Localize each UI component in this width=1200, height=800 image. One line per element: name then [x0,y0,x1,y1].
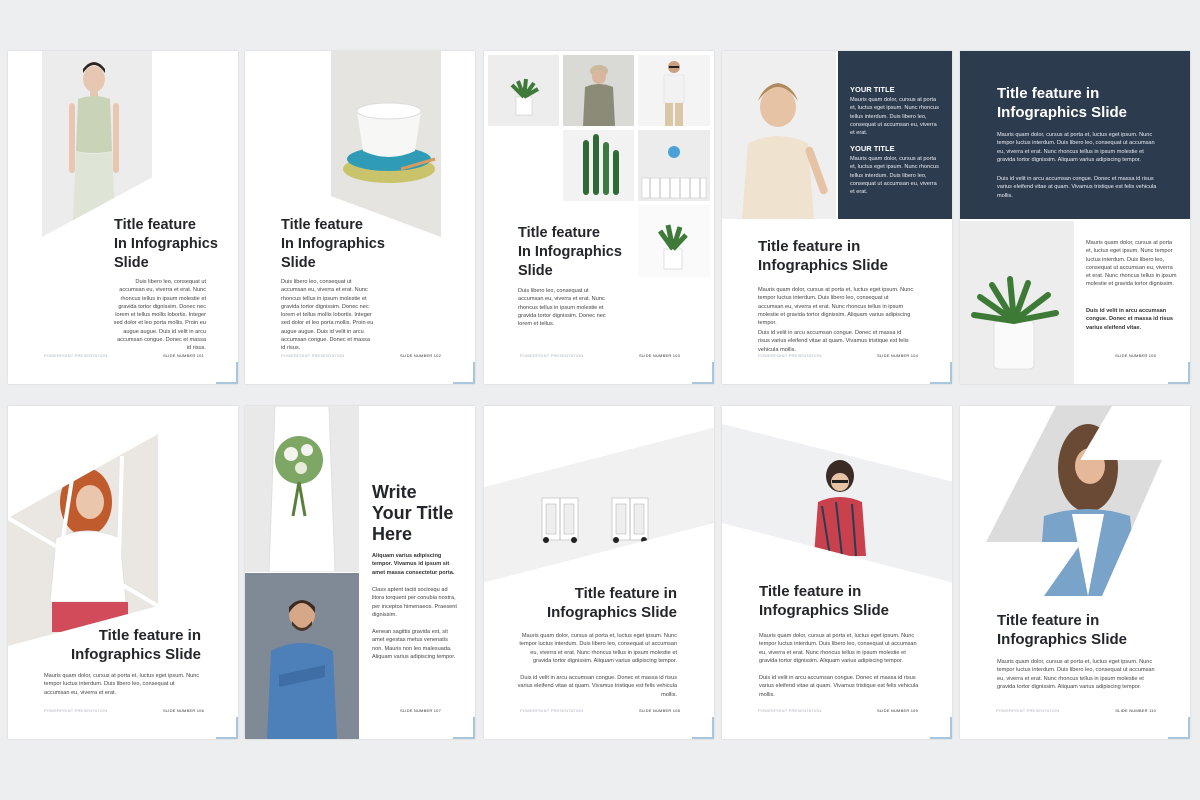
cactus-photo [563,130,634,201]
slide-page-110: Title feature in Infographics Slide Maur… [960,406,1190,739]
corner-accent [1188,362,1190,384]
man-hat-photo [563,55,634,126]
woman-denim-photo [980,406,1170,596]
potted-plant-photo [638,205,710,277]
slide-page-104: YOUR TITLE Mauris quam dolor, cursus at … [722,51,952,384]
box-body: Mauris quam dolor, cursus at porta et, l… [850,97,939,137]
slide-title: Title feature in Infographics Slide [758,238,889,274]
corner-accent [473,717,475,739]
corner-accent [692,737,714,739]
slide-number: SLIDE NUMBER 109 [877,708,918,713]
corner-accent [1188,717,1190,739]
slide-number: SLIDE NUMBER 103 [639,353,680,358]
succulent-photo [960,221,1074,384]
slide-page-105: Title feature in Infographics Slide Maur… [960,51,1190,384]
window-shutters-photo [484,427,714,583]
slide-body: Duis libero leo, consequat ut accumsan e… [518,288,606,328]
corner-accent [712,717,714,739]
corner-accent [236,717,238,739]
corner-accent [1168,382,1190,384]
corner-accent [453,382,475,384]
slide-title: Title feature in Infographics Slide [546,585,677,621]
corner-accent [930,737,952,739]
slide-body: Duis libero leo, consequat ut accumsan e… [113,279,206,352]
box-title: YOUR TITLE [850,85,895,94]
slide-number: SLIDE NUMBER 104 [877,353,918,358]
slide-number: SLIDE NUMBER 102 [400,353,441,358]
corner-accent [712,362,714,384]
footer-label: POWERPOINT PRESENTATION [44,353,108,358]
slide-page-101: Title feature In Infographics Slide Duis… [8,51,238,384]
slide-body-2: Aenean sagittis gravida est, sit amet eg… [372,629,456,660]
bouquet-photo [245,406,359,572]
slide-number: SLIDE NUMBER 110 [1115,708,1156,713]
plant-photo [488,55,559,126]
corner-accent [453,737,475,739]
corner-accent [216,382,238,384]
corner-accent [950,717,952,739]
slide-title: Title feature In Infographics Slide [518,225,622,279]
slide-page-106: Title feature in Infographics Slide Maur… [8,406,238,739]
footer-label: POWERPOINT PRESENTATION [758,353,822,358]
footer-label: POWERPOINT PRESENTATION [520,353,584,358]
slide-page-103: Title feature In Infographics Slide Duis… [484,51,714,384]
footer-label: POWERPOINT PRESENTATION [996,708,1060,713]
slide-body: Mauris quam dolor, cursus at porta et, l… [758,287,914,327]
corner-accent [236,362,238,384]
slide-title: Title feature In Infographics Slide [114,217,218,271]
corner-accent [950,362,952,384]
slide-page-102: Title feature In Infographics Slide Duis… [245,51,475,384]
woman-glasses-photo [722,424,952,583]
footer-label: POWERPOINT PRESENTATION [44,708,108,713]
footer-label: POWERPOINT PRESENTATION [758,708,822,713]
smiling-woman-photo [722,51,836,219]
corner-accent [216,737,238,739]
man-sunglasses-photo [638,55,710,126]
slide-title: Title feature In Infographics Slide [281,217,385,271]
box-title: YOUR TITLE [850,144,895,153]
corner-accent [692,382,714,384]
slide-page-108: Title feature in Infographics Slide Maur… [484,406,714,739]
side-body-bold: Duis id velit in arcu accumsan congue. D… [1086,308,1174,331]
footer-label: POWERPOINT PRESENTATION [281,353,345,358]
woman-dress-photo [42,51,152,237]
corner-accent [473,362,475,384]
slide-title: Title feature in Infographics Slide [70,627,201,663]
corner-accent [1168,737,1190,739]
slide-number: SLIDE NUMBER 105 [1115,353,1156,358]
slide-body-2: Duis id velit in arcu accumsan congue. D… [759,675,919,698]
slide-body: Duis libero leo, consequat ut accumsan e… [281,279,374,352]
slide-body: Mauris quam dolor, cursus at porta et, l… [44,673,200,696]
footer-label: POWERPOINT PRESENTATION [520,708,584,713]
shelf-clock-photo [638,130,710,201]
slide-number: SLIDE NUMBER 107 [400,708,441,713]
slide-title: Title feature in Infographics Slide [997,85,1128,121]
slide-number: SLIDE NUMBER 106 [163,708,204,713]
bearded-man-photo [245,573,359,739]
slide-title: Title feature in Infographics Slide [759,583,890,619]
slide-number: SLIDE NUMBER 101 [163,353,204,358]
slide-body: Mauris quam dolor, cursus at porta et, l… [519,633,677,664]
slide-title: Title feature in Infographics Slide [997,612,1128,648]
slide-page-107: Write Your Title Here Aliquam varius adi… [245,406,475,739]
slide-body-bold: Aliquam varius adipiscing tempor. Vivamu… [372,553,455,576]
slide-body-2: Duis id velit in arcu accumsan congue. D… [997,176,1157,199]
slide-body: Class aptent taciti sociosqu ad litora t… [372,587,457,618]
slide-body-2: Duis id velit in arcu accumsan congue. D… [758,330,909,353]
side-body: Mauris quam dolor, cursus at porta et, l… [1086,240,1177,288]
slide-page-109: Title feature in Infographics Slide Maur… [722,406,952,739]
bowls-photo [331,51,441,237]
slide-body: Mauris quam dolor, cursus at porta et, l… [997,659,1155,690]
box-body: Mauris quam dolor, cursus at porta et, l… [850,156,939,196]
slide-body-2: Duis id velit in arcu accumsan congue. D… [517,675,677,698]
slide-title: Write Your Title Here [372,482,454,544]
slide-number: SLIDE NUMBER 108 [639,708,680,713]
slide-body: Mauris quam dolor, cursus at porta et, l… [997,132,1155,163]
slide-body: Mauris quam dolor, cursus at porta et, l… [759,633,917,664]
triangle-photo-mosaic [8,406,238,646]
corner-accent [930,382,952,384]
